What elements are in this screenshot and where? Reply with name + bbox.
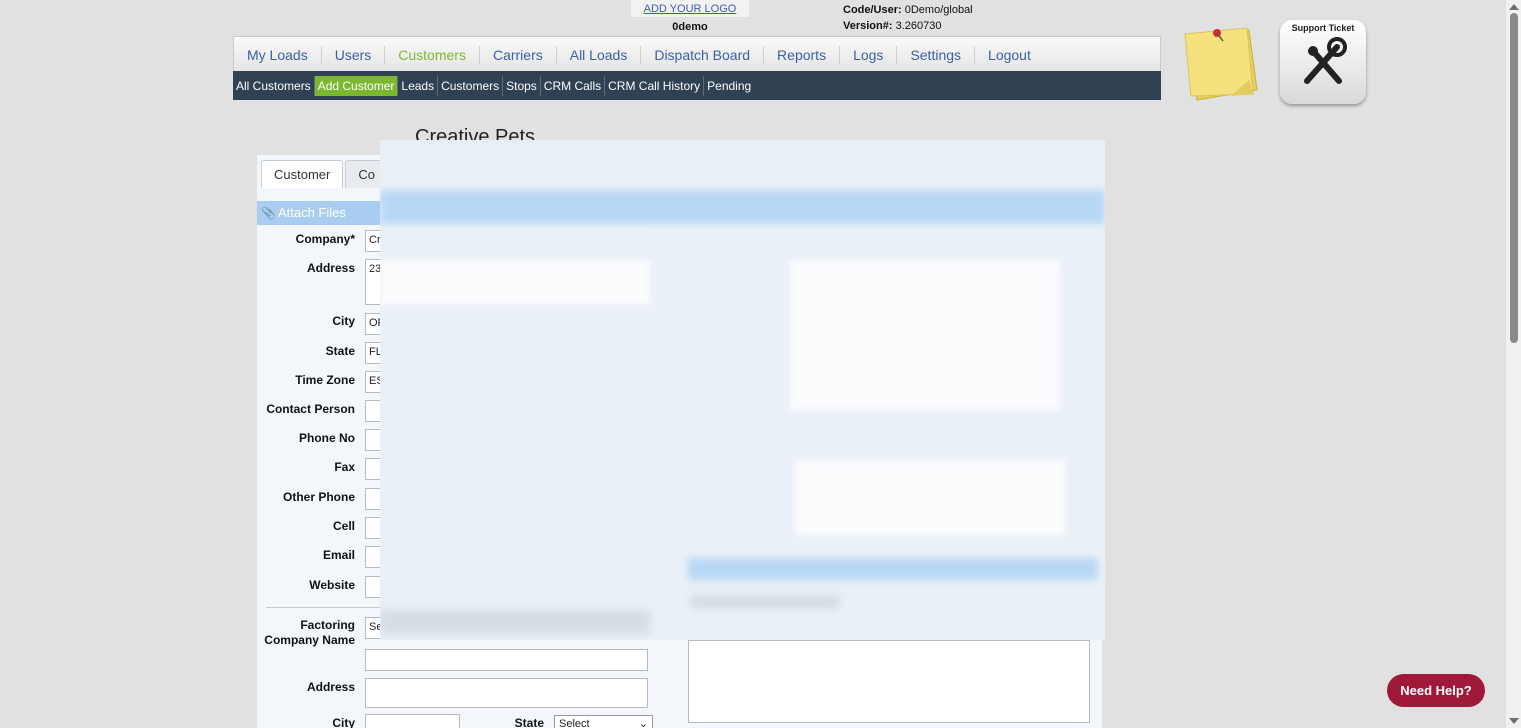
subnav-all-customers[interactable]: All Customers	[233, 75, 315, 96]
subnav-add-customer[interactable]: Add Customer	[314, 75, 399, 96]
nav-settings[interactable]: Settings	[897, 45, 976, 64]
version-value: 3.260730	[895, 20, 942, 32]
nav-users[interactable]: Users	[322, 45, 386, 64]
phone-no-label: Phone No	[299, 431, 355, 445]
nav-customers[interactable]: Customers	[385, 45, 480, 64]
chevron-down-icon: ⌄	[638, 718, 648, 728]
factoring-state-select[interactable]: Select ⌄	[554, 715, 653, 728]
add-logo-link[interactable]: ADD YOUR LOGO	[631, 0, 749, 17]
address-label: Address	[306, 261, 355, 275]
email-label: Email	[322, 548, 355, 562]
account-name: 0demo	[672, 21, 708, 33]
blurred-overlay	[380, 140, 1105, 640]
nav-dispatch-board[interactable]: Dispatch Board	[641, 45, 765, 64]
nav-logs[interactable]: Logs	[840, 45, 898, 64]
notes-textarea[interactable]	[688, 640, 1090, 723]
need-help-button[interactable]: Need Help?	[1387, 674, 1485, 707]
city-label: City	[332, 314, 355, 328]
attach-files-label: Attach Files	[277, 205, 346, 220]
scroll-down-icon[interactable]	[1509, 718, 1519, 724]
page-scrollbar[interactable]	[1506, 0, 1521, 728]
subnav-customers[interactable]: Customers	[438, 75, 504, 96]
subnav-crm-calls[interactable]: CRM Calls	[541, 75, 606, 96]
version-info: Code/User: 0Demo/global Version#: 3.2607…	[843, 2, 973, 34]
code-user-label: Code/User:	[843, 4, 902, 16]
nav-all-loads[interactable]: All Loads	[557, 45, 642, 64]
contact-person-label: Contact Person	[266, 402, 355, 416]
version-label: Version#:	[843, 20, 893, 32]
factoring-company-name-label: Factoring Company Name	[264, 618, 355, 647]
main-nav: My Loads Users Customers Carriers All Lo…	[233, 36, 1161, 72]
tab-customer[interactable]: Customer	[261, 160, 344, 188]
factoring-address-label: Address	[306, 680, 355, 694]
state-label: State	[325, 344, 355, 358]
nav-logout[interactable]: Logout	[975, 46, 1044, 64]
factoring-address-field[interactable]	[365, 678, 648, 708]
blurred-box	[380, 260, 650, 305]
website-label: Website	[309, 578, 355, 592]
blurred-header-band	[380, 190, 1105, 224]
company-label: Company*	[295, 232, 355, 246]
blurred-band	[688, 558, 1098, 580]
support-ticket-label: Support Ticket	[1291, 23, 1355, 33]
factoring-state-value: Select	[559, 718, 590, 728]
factoring-city-label: City	[332, 716, 355, 728]
scroll-up-icon[interactable]	[1509, 4, 1519, 10]
tools-icon	[1304, 37, 1347, 84]
scroll-thumb[interactable]	[1510, 13, 1518, 343]
sticky-notes-icon[interactable]	[1183, 24, 1263, 104]
nav-carriers[interactable]: Carriers	[480, 45, 557, 64]
blurred-box	[790, 260, 1060, 410]
cell-label: Cell	[332, 519, 355, 533]
code-user-value: 0Demo/global	[904, 4, 973, 16]
factoring-state-label: State	[514, 716, 544, 728]
logo-area: ADD YOUR LOGO 0demo	[631, 0, 749, 33]
blurred-box	[795, 460, 1065, 535]
paperclip-icon: 📎	[261, 206, 276, 220]
factoring-company-name-field[interactable]	[365, 649, 648, 671]
form-tabs: Customer Co	[261, 160, 390, 188]
nav-my-loads[interactable]: My Loads	[234, 45, 322, 64]
time-zone-label: Time Zone	[295, 373, 355, 387]
subnav-stops[interactable]: Stops	[503, 75, 541, 96]
other-phone-label: Other Phone	[282, 490, 355, 504]
support-ticket-button[interactable]: Support Ticket	[1280, 20, 1366, 104]
fax-label: Fax	[334, 460, 355, 474]
subnav-leads[interactable]: Leads	[398, 75, 439, 96]
blurred-shade	[690, 595, 840, 609]
blurred-shade	[380, 610, 650, 634]
nav-reports[interactable]: Reports	[764, 45, 841, 64]
subnav-pending[interactable]: Pending	[704, 76, 754, 96]
subnav-crm-call-history[interactable]: CRM Call History	[605, 75, 705, 96]
sub-nav: All Customers Add Customer Leads Custome…	[233, 71, 1161, 100]
